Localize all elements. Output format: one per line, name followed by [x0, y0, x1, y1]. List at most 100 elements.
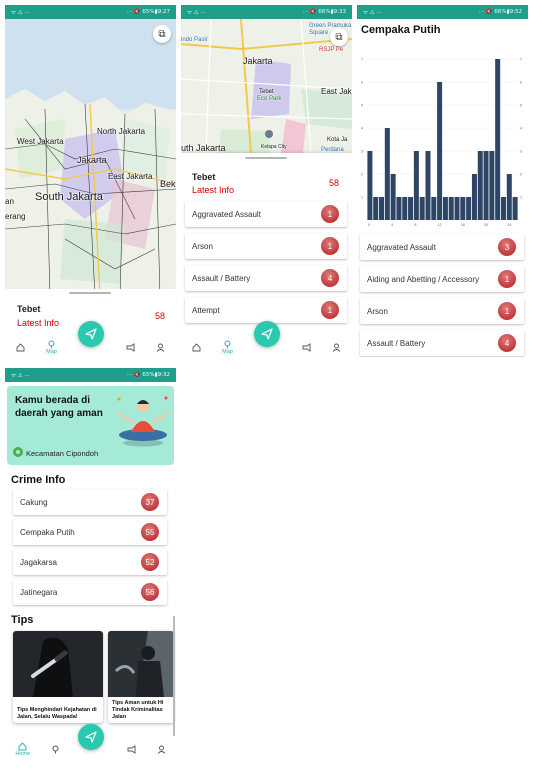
- megaphone-icon: [127, 744, 136, 754]
- crime-row[interactable]: Arson 1: [360, 298, 524, 324]
- nav-map[interactable]: Map: [46, 340, 57, 355]
- crime-row[interactable]: Arson 1: [185, 233, 347, 259]
- map-label-west-jakarta: West Jakarta: [17, 137, 64, 146]
- send-icon: [261, 328, 273, 340]
- report-fab[interactable]: [78, 321, 104, 347]
- crime-row-label: Aiding and Abetting / Accessory: [367, 274, 480, 284]
- layers-icon[interactable]: ⧉: [153, 25, 171, 43]
- map-pin-icon: [52, 745, 59, 753]
- crime-row-label: Assault / Battery: [192, 273, 251, 283]
- tip-card[interactable]: Tips Aman untuk Hi Tindak Kriminalitas J…: [108, 631, 174, 723]
- chart-bar: [489, 151, 495, 220]
- nav-map-label: Map: [46, 348, 57, 355]
- tip-caption: Tips Menghindari Kejahatan di Jalan, Sel…: [17, 707, 97, 720]
- map-label-south: uth Jakarta: [181, 143, 226, 153]
- chart-bar: [477, 151, 483, 220]
- crime-count: 58: [154, 311, 165, 321]
- map-label-east-jakarta: East Jakarta: [108, 172, 153, 181]
- district-row[interactable]: Cakung 37: [13, 489, 167, 515]
- chart-x-tick-label: 12: [438, 223, 442, 227]
- tip-caption: Tips Aman untuk Hi Tindak Kriminalitas J…: [112, 700, 164, 720]
- crime-row-count: 3: [498, 238, 516, 256]
- crime-row-label: Assault / Battery: [367, 338, 426, 348]
- nav-map[interactable]: Map: [222, 340, 233, 355]
- crime-row-count: 4: [498, 334, 516, 352]
- nav-map-label: Map: [222, 348, 233, 355]
- chart-x-tick-label: 24: [507, 223, 511, 227]
- nav-alert[interactable]: [127, 744, 136, 754]
- chart-bar: [419, 197, 425, 220]
- crime-row[interactable]: Aiding and Abetting / Accessory 1: [360, 266, 524, 292]
- tip-image-knife: [13, 631, 103, 697]
- chart-bar: [413, 151, 419, 220]
- crime-row[interactable]: Attempt 1: [185, 297, 347, 323]
- user-icon: [156, 343, 165, 352]
- crime-count: 58: [328, 178, 339, 188]
- map-label-eco: Eco Park: [257, 96, 282, 102]
- home-icon: [16, 342, 25, 351]
- chart-x-tick-label: 20: [484, 223, 488, 227]
- map-label-erang: erang: [5, 212, 26, 221]
- chart-bar: [448, 197, 454, 220]
- chart-y-tick-label: 5: [520, 104, 522, 108]
- nav-home[interactable]: [192, 342, 201, 352]
- tips-scrollbar[interactable]: [173, 616, 175, 736]
- map-view[interactable]: North Jakarta West Jakarta Jakarta East …: [5, 19, 176, 296]
- report-fab[interactable]: [254, 321, 280, 347]
- megaphone-icon: [302, 342, 311, 352]
- status-bar: ᯤ ⚠ ··· ⋯ 🔇 66%▮9:33: [181, 5, 352, 19]
- chart-bar: [471, 174, 477, 220]
- crime-row[interactable]: Assault / Battery 4: [360, 330, 524, 356]
- sheet-handle[interactable]: [245, 157, 287, 159]
- crime-bar-chart: 7 7 6 6 5 5 4 4 3 3 2 2 1 1 0 4 8 12 16 20 24: [361, 58, 522, 228]
- map-label-square: Square: [309, 30, 329, 36]
- chart-y-tick-label: 4: [520, 127, 522, 131]
- crime-info-title: Crime Info: [11, 474, 66, 486]
- info-sheet[interactable]: Tebet Latest Info 58 Aggravated Assault 1…: [181, 153, 352, 337]
- district-row[interactable]: Jatinegara 56: [13, 579, 167, 605]
- crime-row-label: Aggravated Assault: [192, 209, 261, 219]
- district-row-count: 52: [141, 553, 159, 571]
- map-label-south-jakarta: South Jakarta: [35, 191, 103, 203]
- crime-row-count: 1: [498, 302, 516, 320]
- report-fab[interactable]: [78, 724, 104, 750]
- nav-profile[interactable]: [156, 343, 165, 352]
- map-label-indo: indo Pasir: [181, 37, 208, 43]
- user-icon: [332, 343, 341, 352]
- nav-alert[interactable]: [126, 342, 135, 352]
- chart-y-tick-label: 6: [520, 81, 522, 85]
- chart-bar: [384, 128, 390, 220]
- nav-profile[interactable]: [332, 343, 341, 352]
- crime-row[interactable]: Aggravated Assault 3: [360, 234, 524, 260]
- nav-profile[interactable]: [157, 745, 166, 754]
- nav-home[interactable]: Home: [15, 741, 30, 757]
- status-left: ᯤ ⚠ ···: [11, 373, 30, 379]
- tip-card[interactable]: Tips Menghindari Kejahatan di Jalan, Sel…: [13, 631, 103, 723]
- chart-y-tick-label: 2: [520, 173, 522, 177]
- chart-bar: [408, 197, 414, 220]
- chart-bar: [460, 197, 466, 220]
- chart-x-tick-label: 16: [461, 223, 465, 227]
- nav-map[interactable]: [51, 745, 60, 754]
- district-row[interactable]: Cempaka Putih 55: [13, 519, 167, 545]
- tips-title: Tips: [11, 614, 34, 626]
- map-view[interactable]: indo Pasir Jakarta Green Pramuka Square …: [181, 19, 352, 153]
- layers-icon[interactable]: ⧉: [330, 28, 348, 46]
- district-row-count: 55: [141, 523, 159, 541]
- crime-row[interactable]: Aggravated Assault 1: [185, 201, 347, 227]
- chart-x-tick-label: 0: [368, 223, 370, 227]
- status-right: ⋯ 🔇 66%▮9:33: [302, 9, 346, 15]
- map-label-jakarta: Jakarta: [77, 155, 107, 165]
- chart-bar: [396, 197, 402, 220]
- district-row[interactable]: Jagakarsa 52: [13, 549, 167, 575]
- nav-alert[interactable]: [302, 342, 311, 352]
- status-left: ᯤ ⚠ ···: [11, 10, 30, 16]
- status-bar: ᯤ ⚠ ··· ⋯ 🔇 65%▮9:32: [5, 368, 176, 382]
- sheet-handle[interactable]: [69, 292, 111, 294]
- crime-row-count: 1: [321, 205, 339, 223]
- crime-row[interactable]: Assault / Battery 4: [185, 265, 347, 291]
- map-pin-icon: [48, 340, 55, 348]
- chart-bar: [442, 197, 448, 220]
- chart-y-tick-label: 7: [361, 58, 363, 62]
- nav-home[interactable]: [16, 342, 25, 352]
